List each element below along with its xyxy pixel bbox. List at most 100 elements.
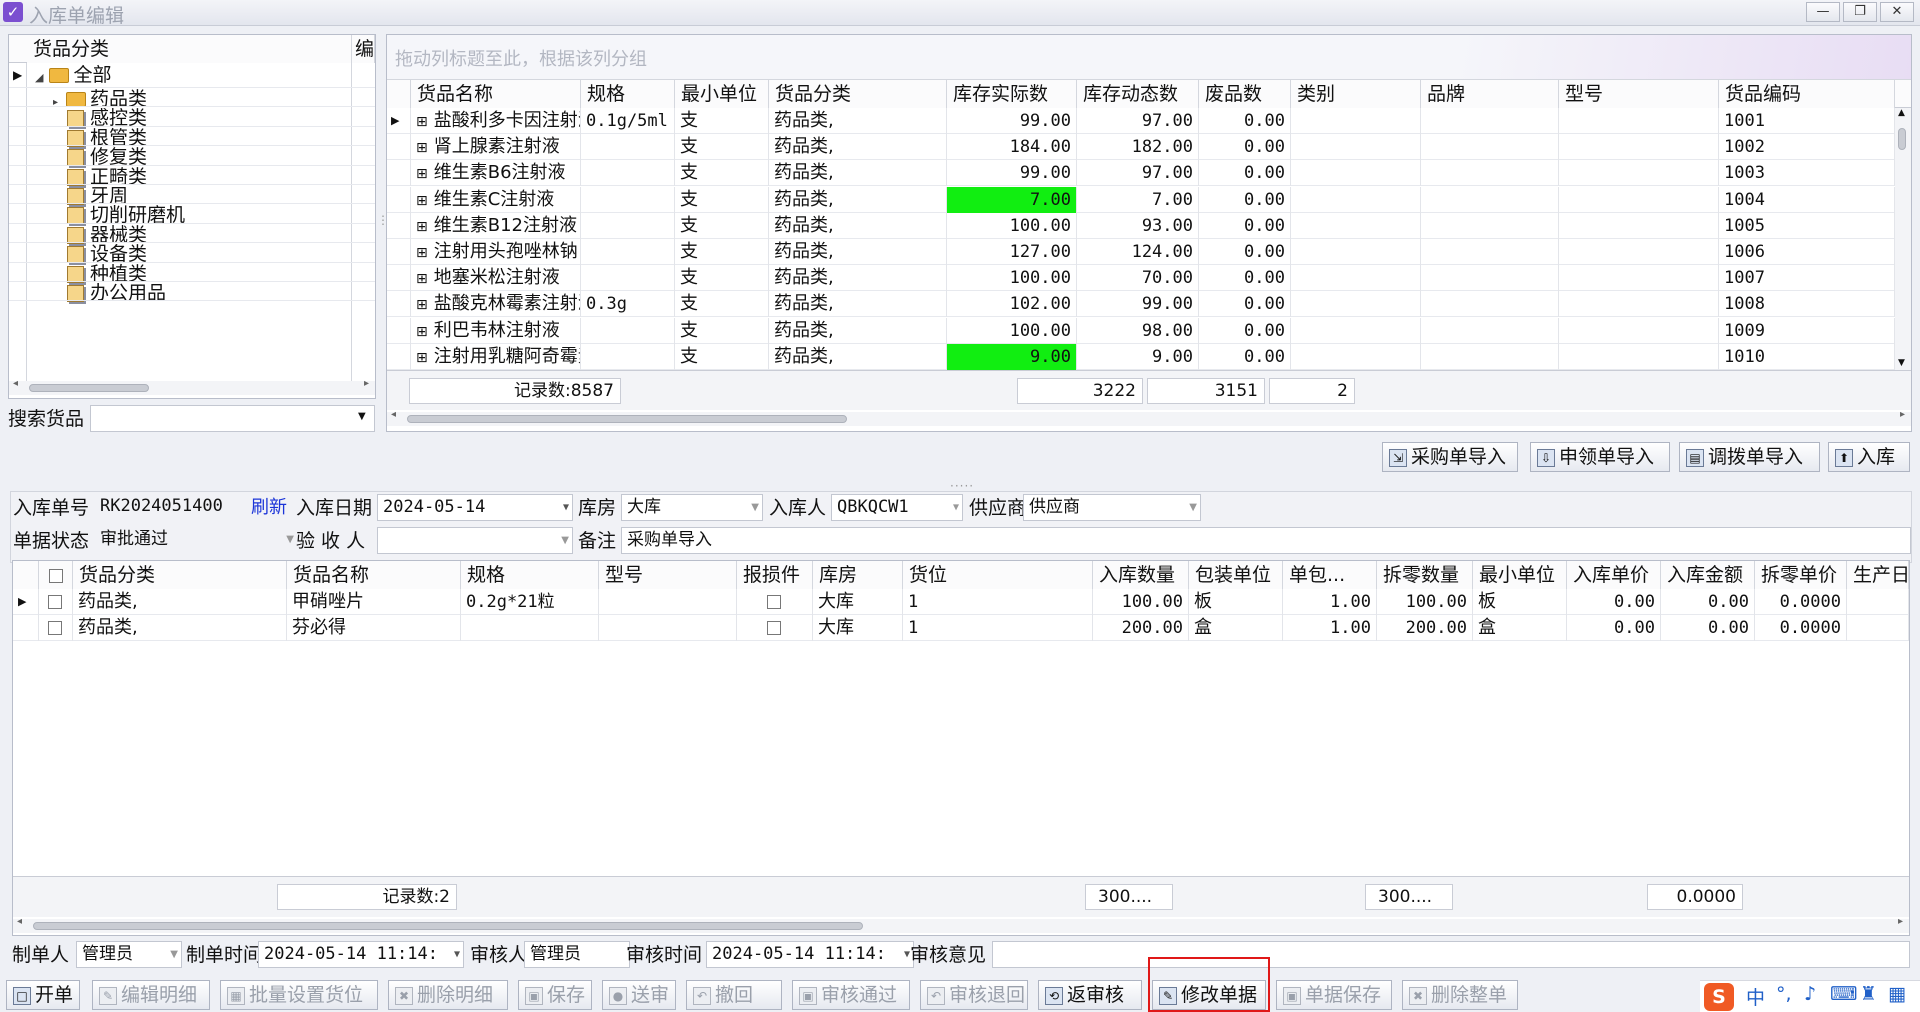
grid-vscroll[interactable]: ▲ ▼: [1895, 108, 1911, 370]
import-button[interactable]: ⇩ 申领单导入: [1530, 442, 1670, 472]
row-checkbox[interactable]: [39, 615, 73, 641]
opinion-input[interactable]: [992, 941, 1910, 968]
restore-button[interactable]: ❐: [1843, 2, 1877, 22]
grid-col-header[interactable]: 废品数: [1199, 80, 1291, 108]
status-select[interactable]: 审批通过 ▼: [95, 527, 297, 554]
grid-col-header[interactable]: 货品编码: [1719, 80, 1895, 108]
splitter-handle[interactable]: ⋮: [377, 214, 389, 245]
search-input[interactable]: [90, 405, 375, 432]
grid-row[interactable]: ⊞ 肾上腺素注射液 支药品类, 184.00 182.00 0.00 1002: [387, 134, 1895, 161]
maker-select[interactable]: 管理员 ▼: [76, 941, 182, 968]
tree-header-code[interactable]: 编码: [352, 35, 375, 63]
checkbox-icon[interactable]: [48, 595, 62, 609]
auditor-select[interactable]: 管理员: [524, 941, 630, 968]
detail-col-header[interactable]: 生产日期: [1847, 561, 1909, 589]
punctuation-icon[interactable]: °,: [1776, 983, 1792, 1005]
grid-row[interactable]: ⊞ 维生素B12注射液 支药品类, 100.00 93.00 0.00 1005: [387, 212, 1895, 239]
import-button[interactable]: ▤ 调拨单导入: [1679, 442, 1820, 472]
loss-checkbox[interactable]: [737, 589, 813, 615]
detail-col-header[interactable]: 货品名称: [287, 561, 461, 589]
toolbar-button[interactable]: ▣ 审核通过: [792, 980, 910, 1010]
detail-hscroll[interactable]: ◂ ▸: [13, 916, 1909, 933]
expand-plus-icon[interactable]: ⊞: [416, 114, 428, 130]
grid-col-header[interactable]: 货品名称: [411, 80, 581, 108]
grid-col-header[interactable]: 类别: [1291, 80, 1421, 108]
tree-hscroll[interactable]: ◂ ▸: [9, 378, 375, 395]
checkbox-icon[interactable]: [767, 621, 781, 635]
grid-col-header[interactable]: 规格: [581, 80, 675, 108]
toolbar-button[interactable]: □ 开单: [6, 980, 80, 1010]
grid-col-header[interactable]: 型号: [1559, 80, 1719, 108]
toolbar-button[interactable]: ↶ 审核退回: [920, 980, 1028, 1010]
grid-col-header[interactable]: 库存实际数: [947, 80, 1077, 108]
shirt-icon[interactable]: ♜: [1860, 983, 1877, 1005]
checkbox-icon[interactable]: [767, 595, 781, 609]
tree-item[interactable]: 办公用品: [67, 281, 166, 305]
toolbar-button[interactable]: ▣ 单据保存: [1276, 980, 1392, 1010]
loss-checkbox[interactable]: [737, 615, 813, 641]
expand-plus-icon[interactable]: ⊞: [416, 350, 428, 366]
checkbox-icon[interactable]: [48, 621, 62, 635]
expand-plus-icon[interactable]: ⊞: [416, 271, 428, 287]
toolbar-button[interactable]: ▣ 保存: [518, 980, 592, 1010]
supplier-select[interactable]: 供应商 ▼: [1023, 494, 1201, 521]
grid-row[interactable]: ⊞ 利巴韦林注射液 支药品类, 100.00 98.00 0.00 1009: [387, 317, 1895, 344]
import-button[interactable]: ⬆ 入库: [1828, 442, 1910, 472]
detail-col-header[interactable]: 拆零数量: [1377, 561, 1473, 589]
toolbar-button[interactable]: ✖ 删除整单: [1402, 980, 1518, 1010]
ime-mode[interactable]: 中: [1746, 983, 1765, 1010]
group-panel[interactable]: 拖动列标题至此，根据该列分组: [387, 35, 1911, 80]
toolbar-button[interactable]: ⟲ 返审核: [1038, 980, 1142, 1010]
expand-plus-icon[interactable]: ⊞: [416, 297, 428, 313]
detail-col-header[interactable]: 货位: [903, 561, 1093, 589]
detail-col-header[interactable]: 单包...: [1283, 561, 1377, 589]
tree-root[interactable]: ◢ 全部: [35, 63, 111, 87]
date-picker[interactable]: 2024-05-14 ▼: [377, 494, 573, 521]
select-all-checkbox[interactable]: [39, 561, 73, 589]
grid-icon[interactable]: ▦: [1888, 983, 1906, 1005]
detail-col-header[interactable]: 报损件: [737, 561, 813, 589]
checkbox-icon[interactable]: [49, 568, 63, 583]
toolbar-button[interactable]: ✎ 编辑明细: [92, 980, 210, 1010]
grid-row[interactable]: ⊞ 地塞米松注射液 支药品类, 100.00 70.00 0.00 1007: [387, 265, 1895, 292]
remark-input[interactable]: 采购单导入: [621, 527, 1911, 554]
grid-col-header[interactable]: 最小单位: [675, 80, 769, 108]
ime-tray[interactable]: S 中 °, ♪ ⌨ ♜ ▦: [1700, 980, 1920, 1012]
expand-plus-icon[interactable]: ⊞: [416, 219, 428, 235]
detail-col-header[interactable]: 入库数量: [1093, 561, 1189, 589]
expand-plus-icon[interactable]: ⊞: [416, 193, 428, 209]
warehouse-select[interactable]: 大库 ▼: [621, 494, 763, 521]
collapse-icon[interactable]: ◢: [35, 71, 43, 84]
detail-col-header[interactable]: 入库单价: [1567, 561, 1661, 589]
detail-col-header[interactable]: 型号: [599, 561, 737, 589]
detail-row[interactable]: 药品类, 芬必得 大库 1 200.00 盒 1.00 200.00 盒 0.00 0.00 0.00…: [13, 615, 1909, 641]
detail-col-header[interactable]: 规格: [461, 561, 599, 589]
detail-col-header[interactable]: 货品分类: [73, 561, 287, 589]
minimize-button[interactable]: —: [1806, 2, 1840, 22]
grid-row[interactable]: ▶ ⊞ 盐酸利多卡因注射液 0.1g/5ml 支药品类, 99.00 97.00 0.00 10…: [387, 108, 1895, 134]
toolbar-button[interactable]: ▦ 批量设置货位: [220, 980, 378, 1010]
checker-select[interactable]: ▼: [377, 527, 573, 554]
detail-col-header[interactable]: 包装单位: [1189, 561, 1283, 589]
detail-col-header[interactable]: 最小单位: [1473, 561, 1567, 589]
grid-col-header[interactable]: 货品分类: [769, 80, 947, 108]
grid-row[interactable]: ⊞ 注射用头孢唑林钠 支药品类, 127.00 124.00 0.00 1006: [387, 239, 1895, 265]
detail-col-header[interactable]: 入库金额: [1661, 561, 1755, 589]
grid-col-header[interactable]: 品牌: [1421, 80, 1559, 108]
grid-col-header[interactable]: 库存动态数: [1077, 80, 1199, 108]
audit-time-picker[interactable]: 2024-05-14 11:14: ▼: [706, 941, 914, 968]
detail-row[interactable]: ▶ 药品类, 甲硝唑片 0.2g*21粒 大库 1 100.00 板 1.00 100.00 板 0.…: [13, 589, 1909, 615]
make-time-picker[interactable]: 2024-05-14 11:14: ▼: [258, 941, 464, 968]
expand-plus-icon[interactable]: ⊞: [416, 245, 428, 261]
row-checkbox[interactable]: [39, 589, 73, 615]
grid-row[interactable]: ⊞ 盐酸克林霉素注射液 0.3g 支药品类, 102.00 99.00 0.00 1008: [387, 291, 1895, 318]
expand-plus-icon[interactable]: ⊞: [416, 140, 428, 156]
detail-col-header[interactable]: 库房: [813, 561, 903, 589]
toolbar-button[interactable]: ✖ 删除明细: [388, 980, 508, 1010]
grid-row[interactable]: ⊞ 维生素C注射液支药品类, 7.00 7.00 0.00 1004: [387, 186, 1895, 213]
person-select[interactable]: QBKQCW1 ▼: [831, 494, 963, 521]
close-button[interactable]: ✕: [1880, 2, 1914, 22]
keyboard-icon[interactable]: ⌨: [1830, 983, 1857, 1005]
search-dropdown-icon[interactable]: ▼: [358, 411, 366, 422]
toolbar-button[interactable]: ● 送审: [602, 980, 676, 1010]
